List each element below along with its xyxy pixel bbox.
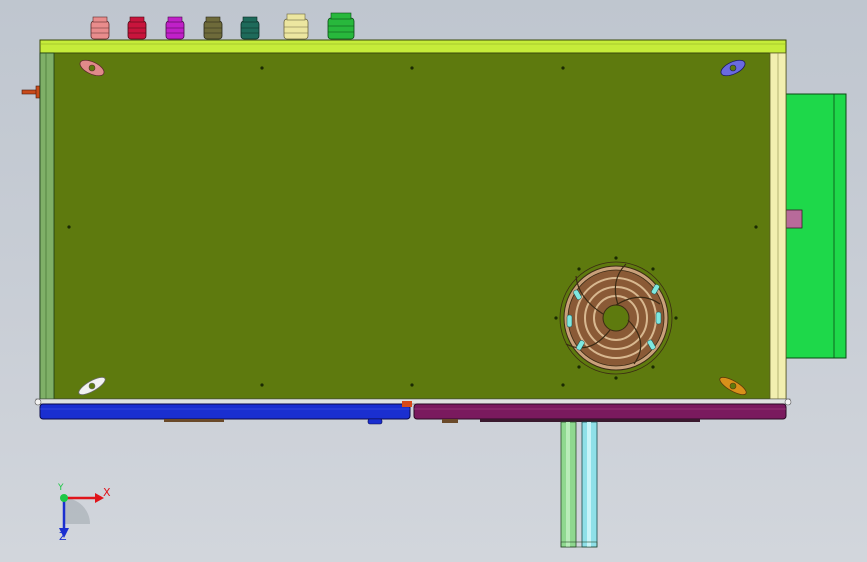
cable-gland-cream[interactable] [283,13,309,40]
axis-y-label: Y [58,483,64,493]
cable-gland-row [90,12,355,40]
drain-pipes[interactable] [560,421,598,548]
left-connector[interactable] [21,85,41,99]
axis-x-label: X [103,486,111,499]
cable-gland-red[interactable] [127,16,147,40]
cable-gland-olive[interactable] [203,16,223,40]
side-heat-exchanger[interactable] [781,93,847,359]
cable-gland-pink[interactable] [90,16,110,40]
assembly-drawing [21,12,847,548]
cable-gland-green[interactable] [327,12,355,40]
main-panel[interactable] [39,39,787,400]
cad-viewport[interactable]: X Y Z [0,0,867,562]
purple-cable-channel[interactable] [413,403,787,423]
cable-gland-magenta[interactable] [165,16,185,40]
blue-cable-channel[interactable] [39,401,412,425]
cable-gland-teal[interactable] [240,16,260,40]
axis-z-label: Z [59,530,67,543]
